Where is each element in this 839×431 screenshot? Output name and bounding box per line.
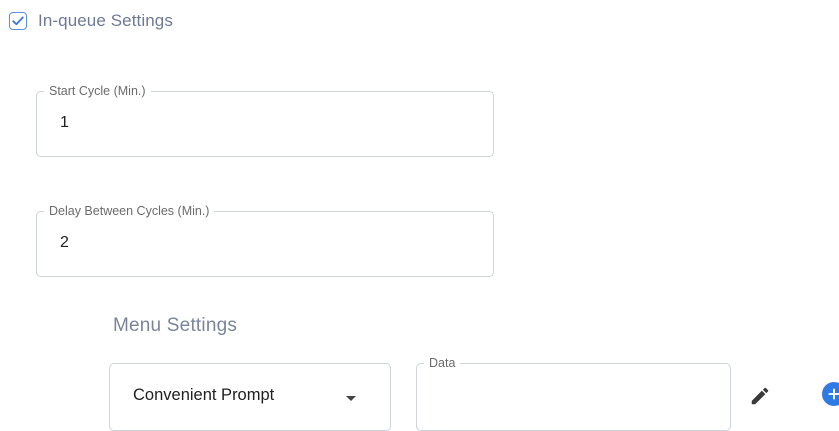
dropdown-caret-icon[interactable] <box>346 396 356 401</box>
delay-between-cycles-label: Delay Between Cycles (Min.) <box>44 203 215 219</box>
inqueue-settings-toggle[interactable]: In-queue Settings <box>9 11 173 31</box>
pencil-icon[interactable] <box>745 381 775 411</box>
delay-between-cycles-field[interactable]: Delay Between Cycles (Min.) 2 <box>36 203 494 277</box>
data-field[interactable]: Data <box>416 355 731 431</box>
start-cycle-label: Start Cycle (Min.) <box>44 83 151 99</box>
prompt-select[interactable]: Convenient Prompt <box>109 363 391 431</box>
checkbox-checked-icon[interactable] <box>9 12 27 30</box>
start-cycle-field[interactable]: Start Cycle (Min.) 1 <box>36 83 494 157</box>
plus-circle-icon[interactable] <box>822 382 839 406</box>
start-cycle-value[interactable]: 1 <box>60 114 69 132</box>
prompt-select-value: Convenient Prompt <box>133 386 275 404</box>
data-field-label: Data <box>424 355 461 371</box>
inqueue-settings-label: In-queue Settings <box>38 11 173 30</box>
menu-settings-title: Menu Settings <box>113 315 238 336</box>
delay-between-cycles-value[interactable]: 2 <box>60 234 69 252</box>
